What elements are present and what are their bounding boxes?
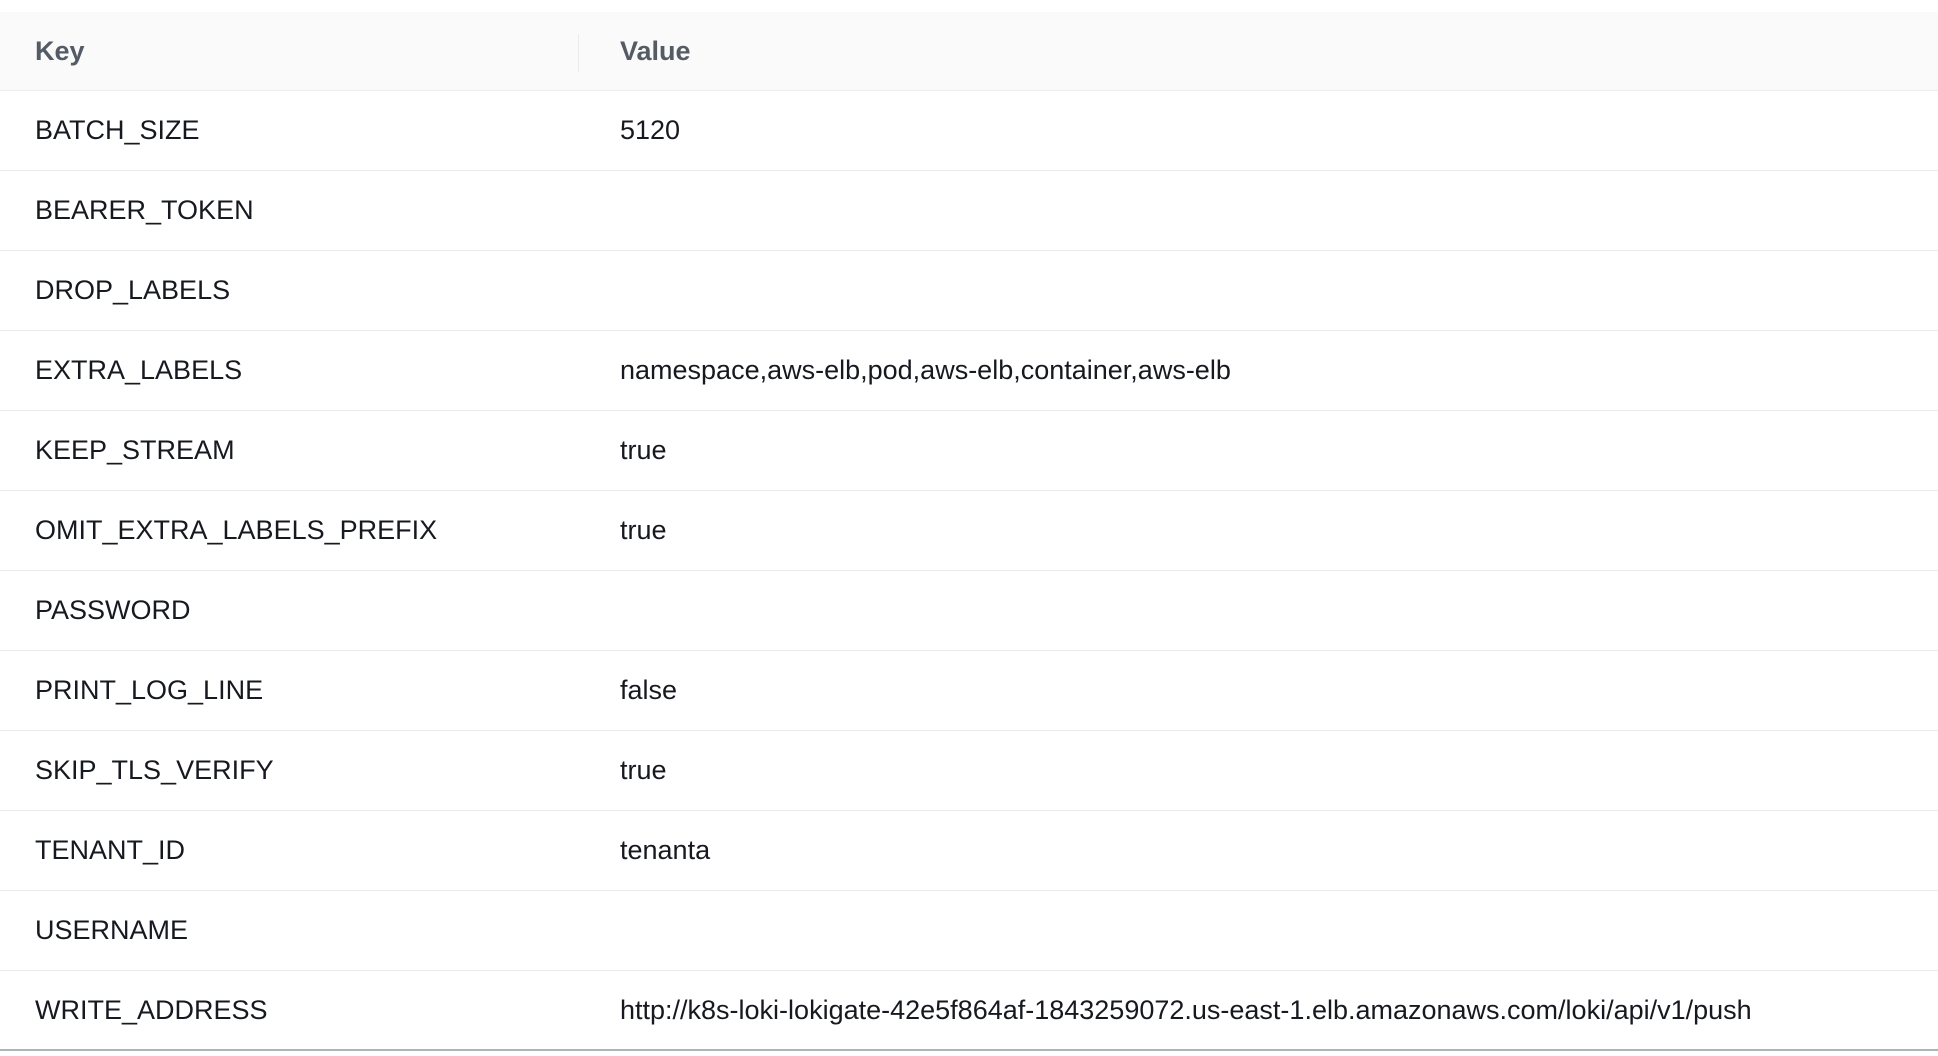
row-key: PASSWORD [35, 595, 191, 625]
row-value: 5120 [620, 115, 681, 145]
row-value: true [620, 515, 667, 545]
row-key: PRINT_LOG_LINE [35, 675, 264, 705]
column-header-key[interactable]: Key [0, 12, 579, 90]
column-resize-handle[interactable] [578, 34, 579, 72]
table-row: EXTRA_LABELS namespace,aws-elb,pod,aws-e… [0, 331, 1938, 411]
row-key: OMIT_EXTRA_LABELS_PREFIX [35, 515, 438, 545]
column-header-key-label: Key [35, 35, 85, 66]
row-value: true [620, 435, 667, 465]
table-row: SKIP_TLS_VERIFY true [0, 731, 1938, 811]
table-row: KEEP_STREAM true [0, 411, 1938, 491]
row-value: tenanta [620, 835, 711, 865]
row-value: namespace,aws-elb,pod,aws-elb,container,… [620, 355, 1231, 385]
row-value: true [620, 755, 667, 785]
table-row: USERNAME [0, 891, 1938, 971]
table-row: PASSWORD [0, 571, 1938, 651]
table-row: WRITE_ADDRESS http://k8s-loki-lokigate-4… [0, 971, 1938, 1051]
column-header-value[interactable]: Value [579, 12, 691, 90]
row-key: BEARER_TOKEN [35, 195, 254, 225]
row-key: SKIP_TLS_VERIFY [35, 755, 274, 785]
row-key: EXTRA_LABELS [35, 355, 243, 385]
environment-variables-table: Key Value BATCH_SIZE 5120 BEARER_TOKEN D… [0, 12, 1938, 1051]
table-row: PRINT_LOG_LINE false [0, 651, 1938, 731]
row-key: KEEP_STREAM [35, 435, 235, 465]
row-value: false [620, 675, 678, 705]
row-key: USERNAME [35, 915, 189, 945]
table-row: TENANT_ID tenanta [0, 811, 1938, 891]
table-row: DROP_LABELS [0, 251, 1938, 331]
row-key: TENANT_ID [35, 835, 186, 865]
row-value: http://k8s-loki-lokigate-42e5f864af-1843… [620, 994, 1752, 1025]
row-key: BATCH_SIZE [35, 115, 200, 145]
table-row: OMIT_EXTRA_LABELS_PREFIX true [0, 491, 1938, 571]
table-row: BATCH_SIZE 5120 [0, 91, 1938, 171]
row-key: WRITE_ADDRESS [35, 994, 268, 1025]
row-key: DROP_LABELS [35, 275, 231, 305]
column-header-value-label: Value [620, 35, 691, 66]
table-header: Key Value [0, 12, 1938, 91]
table-row: BEARER_TOKEN [0, 171, 1938, 251]
